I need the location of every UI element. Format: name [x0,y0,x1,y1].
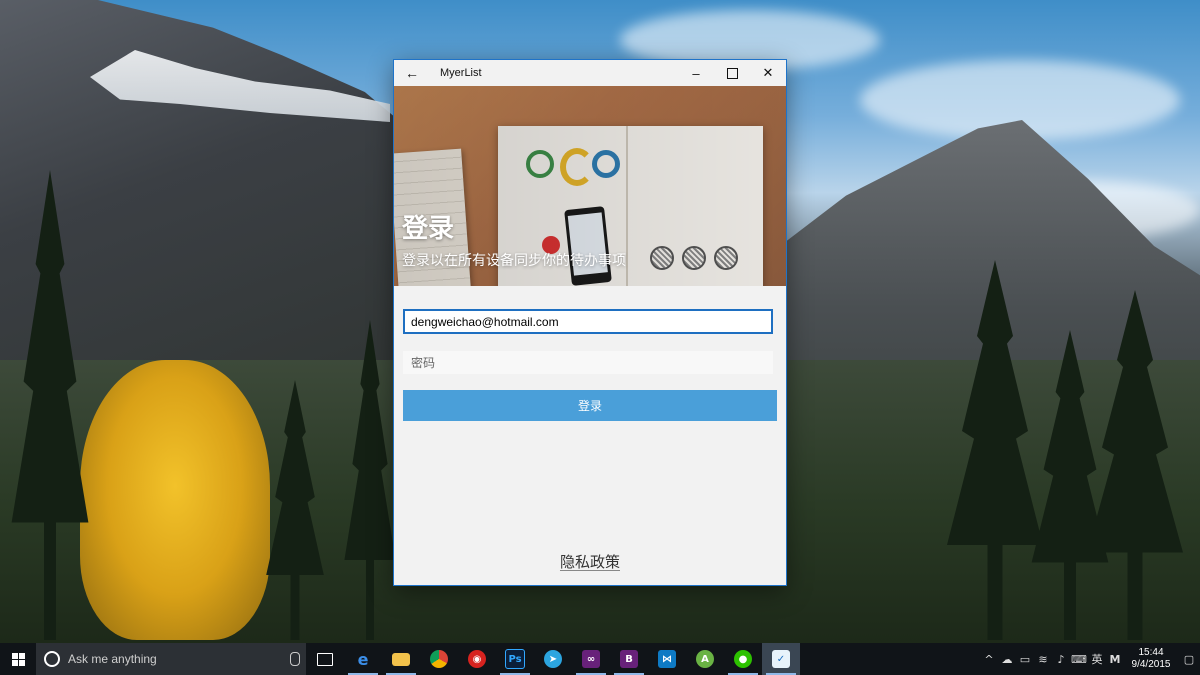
chrome-icon [430,650,448,668]
ime-language[interactable]: 英 [1088,651,1106,667]
app-window: ← MyerList – ✕ 登录 登录以在所有设备同步你的待办事项 dengw… [394,60,786,585]
email-field[interactable] [403,309,773,334]
minimize-button[interactable]: – [678,60,714,86]
close-icon: ✕ [762,65,774,80]
cortana-icon [44,651,60,667]
login-button[interactable]: 登录 [403,390,777,421]
volume-icon[interactable]: ♪ [1052,653,1070,666]
taskbar-app-telegram[interactable]: ➤ [534,643,572,675]
maximize-button[interactable] [714,60,750,86]
chevron-up-icon[interactable]: ^ [980,653,998,666]
window-title: MyerList [440,67,482,79]
taskbar: Ask me anything e ◉ Ps ➤ ∞ B ⋈ A ● ✓ ^ ☁… [0,643,1200,675]
taskbar-app-chrome[interactable] [420,643,458,675]
taskbar-app-visual-studio[interactable]: ∞ [572,643,610,675]
privacy-policy-link[interactable]: 隐私政策 [394,551,786,572]
clock[interactable]: 15:44 9/4/2015 [1124,647,1178,671]
clock-time: 15:44 [1138,647,1164,658]
notification-icon: ▢ [1183,652,1195,666]
taskbar-app-edge[interactable]: e [344,643,382,675]
action-center-keyboard-icon[interactable]: ⌨ [1070,653,1088,666]
battery-icon[interactable]: ▭ [1016,653,1034,666]
taskbar-app-android-studio[interactable]: A [686,643,724,675]
taskbar-app-blend[interactable]: B [610,643,648,675]
edge-icon: e [357,649,369,669]
page-subtitle: 登录以在所有设备同步你的待办事项 [402,253,626,269]
taskbar-app-explorer[interactable] [382,643,420,675]
minimize-icon: – [692,65,700,81]
microphone-icon[interactable] [290,652,300,666]
telegram-icon: ➤ [544,650,562,668]
taskbar-app-photoshop[interactable]: Ps [496,643,534,675]
cortana-search-box[interactable]: Ask me anything [36,643,306,675]
taskbar-app-vscode[interactable]: ⋈ [648,643,686,675]
taskbar-app-netease[interactable]: ◉ [458,643,496,675]
start-button[interactable] [0,643,36,675]
taskbar-app-myerlist[interactable]: ✓ [762,643,800,675]
task-view-icon [317,652,333,666]
visual-studio-code-icon: ⋈ [658,650,676,668]
clock-date: 9/4/2015 [1131,659,1171,670]
visual-studio-icon: ∞ [582,650,600,668]
hero-banner: 登录 登录以在所有设备同步你的待办事项 [394,86,786,286]
task-view-button[interactable] [306,643,344,675]
visual-studio-blend-icon: B [620,650,638,668]
taskbar-app-wechat[interactable]: ● [724,643,762,675]
wifi-icon[interactable]: ≋ [1034,653,1052,666]
close-button[interactable]: ✕ [750,60,786,86]
title-bar: ← MyerList – ✕ [394,60,786,86]
wechat-icon: ● [734,650,752,668]
system-tray: ^ ☁ ▭ ≋ ♪ ⌨ 英 M 15:44 9/4/2015 ▢ [980,643,1200,675]
search-placeholder: Ask me anything [68,652,157,666]
android-studio-icon: A [696,650,714,668]
password-field[interactable] [403,351,773,374]
photoshop-icon: Ps [505,649,525,669]
onedrive-icon[interactable]: ☁ [998,653,1016,666]
netease-music-icon: ◉ [468,650,486,668]
file-explorer-icon [392,652,410,666]
windows-logo-icon [11,652,25,666]
arrow-left-icon: ← [405,65,419,81]
notifications-button[interactable]: ▢ [1178,643,1200,675]
maximize-icon [726,67,738,79]
input-mode[interactable]: M [1106,653,1124,666]
page-title: 登录 [402,214,455,244]
myerlist-icon: ✓ [772,650,790,668]
back-button[interactable]: ← [394,60,430,86]
